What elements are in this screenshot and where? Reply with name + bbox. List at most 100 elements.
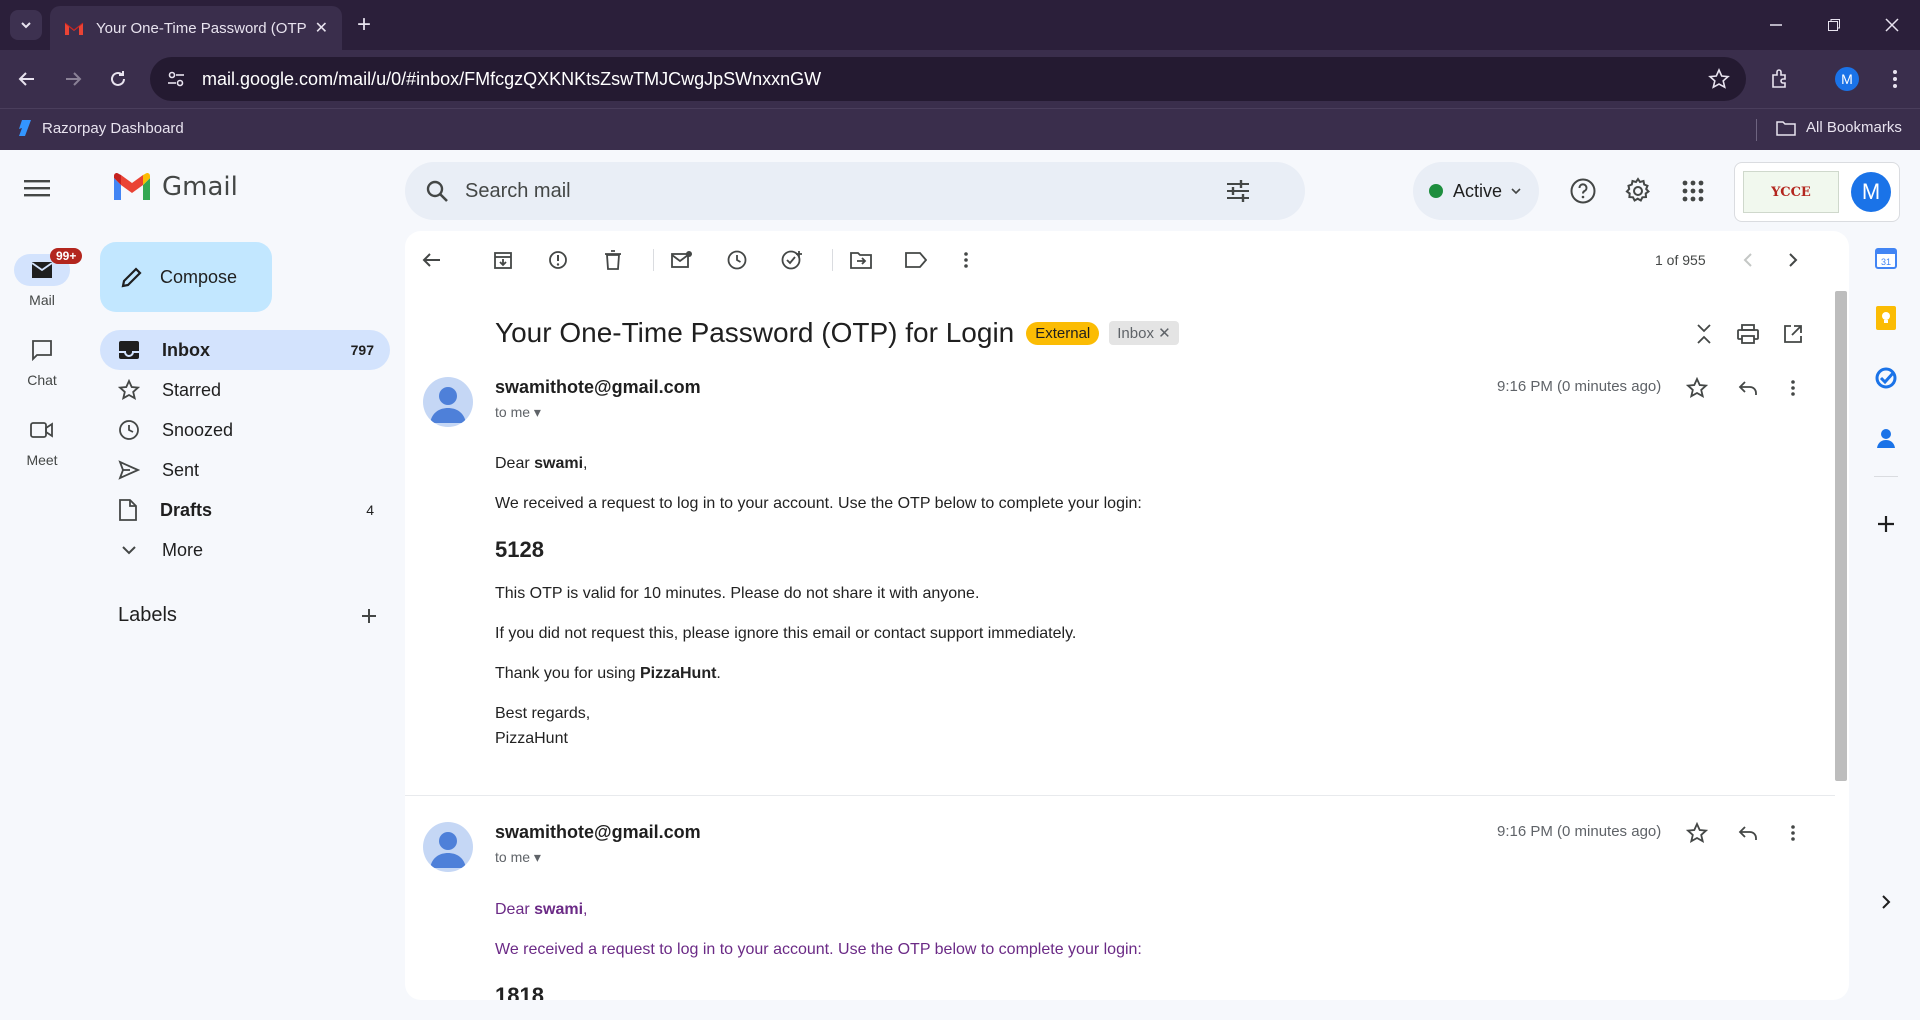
sender-avatar[interactable]	[423, 822, 473, 872]
video-camera-icon	[30, 422, 53, 438]
open-in-new-window-button[interactable]	[1778, 319, 1808, 349]
browser-tab[interactable]: Your One-Time Password (OTP) f ✕	[50, 6, 342, 50]
inbox-label-chip[interactable]: Inbox ✕	[1109, 321, 1179, 345]
nav-item-starred[interactable]: Starred	[100, 370, 390, 410]
snooze-button[interactable]	[722, 245, 752, 275]
archive-button[interactable]	[488, 245, 518, 275]
browser-menu-button[interactable]	[1880, 64, 1910, 94]
restore-button[interactable]	[1814, 10, 1854, 40]
arrow-left-icon	[422, 253, 440, 267]
add-label-icon[interactable]	[360, 607, 378, 625]
minimize-button[interactable]	[1756, 10, 1796, 40]
collapse-all-button[interactable]	[1689, 319, 1719, 349]
search-options-icon[interactable]	[1225, 179, 1251, 203]
close-window-button[interactable]	[1872, 10, 1912, 40]
rail-item-mail[interactable]: 99+ Mail	[10, 248, 83, 308]
print-button[interactable]	[1733, 319, 1763, 349]
reply-button[interactable]	[1733, 373, 1763, 403]
recipients-toggle[interactable]: to me ▾	[495, 849, 541, 866]
tasks-app-button[interactable]	[1872, 364, 1900, 392]
search-bar[interactable]	[405, 162, 1305, 220]
close-icon	[1885, 18, 1899, 32]
profile-avatar: M	[1835, 67, 1859, 91]
more-actions-button[interactable]	[951, 245, 981, 275]
send-icon	[118, 460, 140, 480]
gmail-logo[interactable]: Gmail	[112, 172, 238, 202]
message-more-button[interactable]	[1778, 818, 1808, 848]
nav-item-more[interactable]: More	[100, 530, 390, 570]
nav-item-sent[interactable]: Sent	[100, 450, 390, 490]
more-vertical-icon	[1791, 380, 1795, 396]
caret-down-icon: ▾	[533, 849, 541, 865]
site-info-icon[interactable]	[166, 69, 186, 89]
new-tab-button[interactable]: +	[350, 12, 378, 40]
settings-button[interactable]	[1621, 174, 1655, 208]
nav-item-drafts[interactable]: Drafts 4	[100, 490, 390, 530]
star-message-button[interactable]	[1682, 818, 1712, 848]
report-spam-button[interactable]	[543, 245, 573, 275]
sender-name[interactable]: swamithote@gmail.com	[495, 377, 701, 398]
avatar[interactable]: M	[1851, 172, 1891, 212]
account-switcher[interactable]: YCCE M	[1734, 162, 1900, 222]
url-text[interactable]: mail.google.com/mail/u/0/#inbox/FMfcgzQX…	[202, 69, 821, 90]
keep-app-button[interactable]	[1872, 304, 1900, 332]
show-side-panel-button[interactable]	[1872, 888, 1900, 916]
newer-button[interactable]	[1733, 245, 1763, 275]
older-button[interactable]	[1778, 245, 1808, 275]
app-rail: 99+ Mail Chat Meet	[0, 150, 84, 1020]
nav-item-snoozed[interactable]: Snoozed	[100, 410, 390, 450]
support-button[interactable]	[1566, 174, 1600, 208]
add-to-tasks-button[interactable]	[777, 245, 807, 275]
calendar-app-button[interactable]: 31	[1872, 244, 1900, 272]
scrollbar-thumb[interactable]	[1835, 291, 1847, 781]
mark-unread-button[interactable]	[667, 245, 697, 275]
nav-item-inbox[interactable]: Inbox 797	[100, 330, 390, 370]
address-bar[interactable]: mail.google.com/mail/u/0/#inbox/FMfcgzQX…	[150, 57, 1746, 101]
profile-button[interactable]: M	[1832, 64, 1862, 94]
extensions-button[interactable]	[1766, 64, 1796, 94]
apps-button[interactable]	[1676, 174, 1710, 208]
contacts-app-button[interactable]	[1872, 424, 1900, 452]
nav-label: Sent	[162, 459, 200, 480]
forward-button[interactable]	[58, 64, 88, 94]
rail-item-chat[interactable]: Chat	[10, 334, 74, 388]
star-icon	[118, 379, 140, 400]
status-selector[interactable]: Active	[1413, 162, 1539, 220]
reply-button[interactable]	[1733, 818, 1763, 848]
get-addons-button[interactable]	[1872, 510, 1900, 538]
tab-search-button[interactable]	[10, 10, 42, 40]
rail-item-meet[interactable]: Meet	[10, 414, 74, 468]
all-bookmarks-button[interactable]: All Bookmarks	[1776, 119, 1902, 136]
trash-icon	[605, 250, 621, 270]
back-to-inbox-button[interactable]	[417, 245, 447, 275]
recipients-toggle[interactable]: to me ▾	[495, 404, 541, 421]
search-icon[interactable]	[425, 179, 449, 203]
reload-button[interactable]	[103, 64, 133, 94]
rail-label: Chat	[27, 372, 57, 388]
bookmark-razorpay[interactable]: Razorpay Dashboard	[16, 119, 184, 137]
restore-icon	[1828, 19, 1840, 31]
open-external-icon	[1784, 325, 1802, 343]
clock-icon	[119, 420, 139, 440]
to-me-label: to me	[495, 849, 531, 865]
delete-button[interactable]	[598, 245, 628, 275]
labels-button[interactable]	[901, 245, 931, 275]
apps-grid-icon	[1682, 180, 1704, 202]
message-more-button[interactable]	[1778, 373, 1808, 403]
tab-close-icon[interactable]: ✕	[315, 18, 328, 38]
remove-label-icon[interactable]: ✕	[1158, 325, 1171, 342]
sender-name[interactable]: swamithote@gmail.com	[495, 822, 701, 843]
bookmarks-divider	[1756, 119, 1757, 141]
bookmark-star-icon[interactable]	[1708, 68, 1730, 90]
reload-icon	[111, 71, 125, 86]
sender-avatar[interactable]	[423, 377, 473, 427]
pager-text: 1 of 955	[1655, 252, 1706, 268]
move-to-button[interactable]	[846, 245, 876, 275]
star-message-button[interactable]	[1682, 373, 1712, 403]
compose-button[interactable]: Compose	[100, 242, 272, 312]
greeting: Dear swami,	[495, 901, 588, 918]
back-button[interactable]	[12, 64, 42, 94]
search-input[interactable]	[465, 179, 1225, 203]
message-time: 9:16 PM (0 minutes ago)	[1497, 378, 1662, 395]
rail-label: Mail	[29, 292, 55, 308]
